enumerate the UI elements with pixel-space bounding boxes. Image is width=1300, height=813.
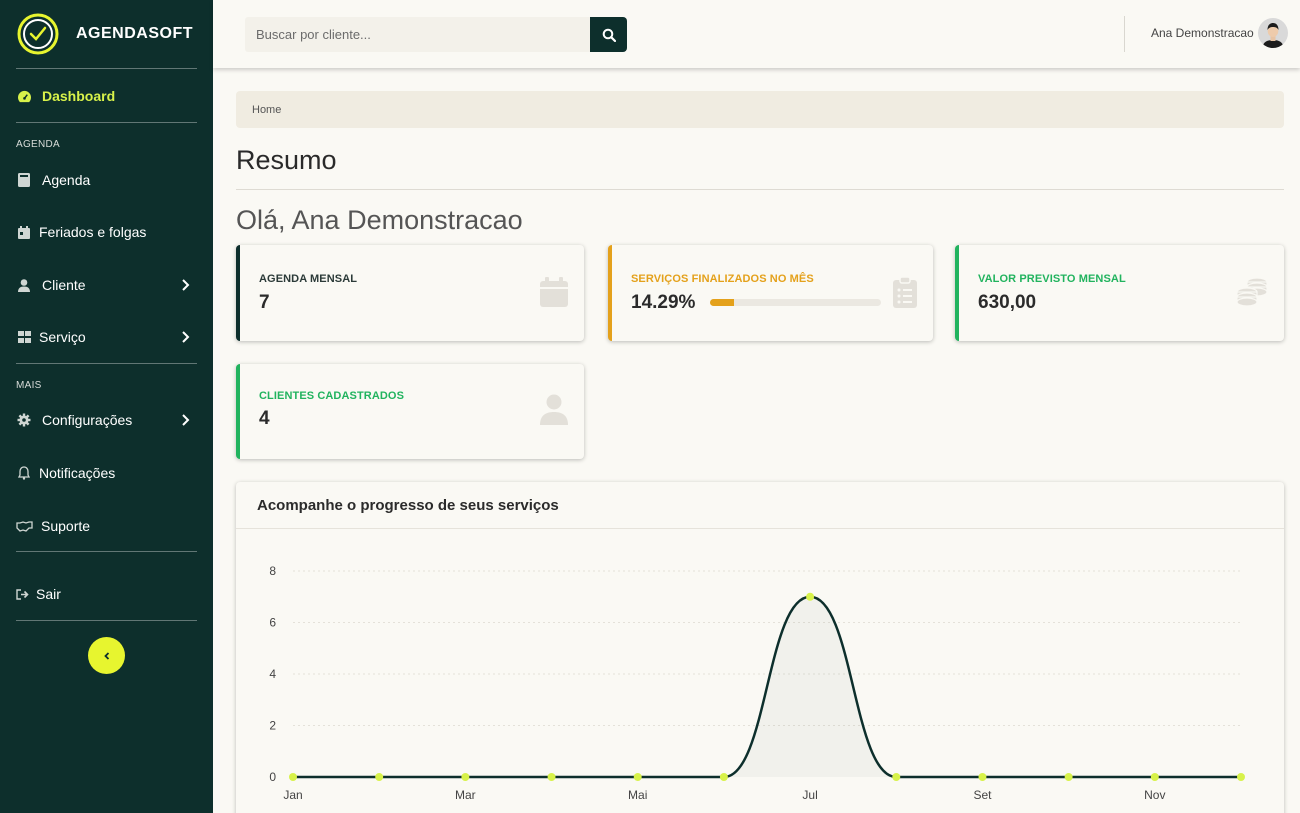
- sidebar-divider: [16, 363, 197, 364]
- search-button[interactable]: [590, 17, 627, 52]
- sidebar-item-label: Cliente: [42, 277, 86, 293]
- topbar: Ana Demonstracao: [213, 0, 1300, 68]
- chevron-left-icon: [103, 651, 109, 660]
- sidebar-item-servico[interactable]: Serviço: [0, 317, 213, 357]
- data-point: [719, 773, 728, 781]
- card-value: 4: [259, 408, 270, 429]
- brand[interactable]: AGENDASOFT: [0, 0, 213, 68]
- data-point: [1237, 773, 1245, 781]
- sidebar-item-suporte[interactable]: Suporte: [0, 506, 213, 546]
- user-name[interactable]: Ana Demonstracao: [1151, 26, 1254, 40]
- sidebar-divider: [16, 68, 197, 69]
- data-point: [1064, 773, 1073, 781]
- progress-bar: [710, 299, 881, 306]
- user-icon: [540, 394, 568, 425]
- sidebar-item-notificacoes[interactable]: Notificações: [0, 453, 213, 493]
- sidebar-item-configuracoes[interactable]: Configurações: [0, 400, 213, 440]
- chart-card: Acompanhe o progresso de seus serviços 0…: [236, 482, 1284, 813]
- data-point: [806, 592, 815, 601]
- card-label: CLIENTES CADASTRADOS: [259, 390, 405, 402]
- topbar-divider: [1124, 16, 1125, 52]
- card-agenda-mensal: AGENDA MENSAL 7: [236, 245, 584, 341]
- sidebar-item-label: Sair: [36, 586, 61, 602]
- breadcrumb-home[interactable]: Home: [252, 104, 281, 116]
- data-point: [375, 773, 384, 781]
- clipboard-list-icon: [893, 277, 917, 308]
- card-label: SERVIÇOS FINALIZADOS NO MÊS: [631, 273, 814, 285]
- user-icon: [16, 277, 32, 293]
- search-input[interactable]: [245, 17, 590, 52]
- avatar-icon: [1258, 18, 1288, 48]
- y-tick-label: 0: [269, 770, 276, 784]
- data-point: [1150, 773, 1159, 781]
- sidebar-item-label: Feriados e folgas: [39, 224, 147, 240]
- page-title: Resumo: [236, 145, 337, 175]
- sidebar-divider: [16, 551, 197, 552]
- y-tick-label: 8: [269, 564, 276, 578]
- x-tick-label: Nov: [1144, 788, 1165, 802]
- chevron-right-icon: [182, 414, 190, 426]
- x-tick-label: Jul: [802, 788, 817, 802]
- data-point: [978, 773, 987, 781]
- sidebar-item-label: Serviço: [39, 329, 86, 345]
- y-tick-label: 4: [269, 667, 276, 681]
- data-point: [633, 773, 642, 781]
- card-value: 630,00: [978, 292, 1037, 313]
- data-point: [892, 773, 901, 781]
- x-tick-label: Mar: [455, 788, 476, 802]
- book-icon: [16, 172, 32, 188]
- calendar-icon: [540, 277, 568, 307]
- section-label-mais: MAIS: [16, 380, 42, 391]
- grid-icon: [16, 329, 32, 345]
- avatar[interactable]: [1258, 18, 1288, 48]
- section-label-agenda: AGENDA: [16, 139, 61, 150]
- sidebar-item-dashboard[interactable]: Dashboard: [0, 76, 213, 116]
- card-label: VALOR PREVISTO MENSAL: [978, 273, 1126, 285]
- card-value: 7: [259, 292, 270, 313]
- sidebar-item-label: Configurações: [42, 412, 133, 428]
- sidebar-item-sair[interactable]: Sair: [0, 574, 213, 614]
- chevron-right-icon: [182, 279, 190, 291]
- sidebar-divider: [16, 122, 197, 123]
- gear-icon: [16, 412, 32, 428]
- card-value: 14.29%: [631, 292, 696, 313]
- x-tick-label: Set: [973, 788, 992, 802]
- sidebar-divider: [16, 620, 197, 621]
- sidebar-collapse-button[interactable]: [88, 637, 125, 674]
- sidebar-item-label: Dashboard: [42, 88, 116, 104]
- data-point: [289, 773, 297, 781]
- progress-bar-fill: [710, 299, 735, 306]
- bell-icon: [16, 465, 32, 481]
- card-valor-previsto: VALOR PREVISTO MENSAL 630,00: [955, 245, 1284, 341]
- x-tick-label: Jan: [283, 788, 302, 802]
- y-tick-label: 2: [269, 719, 276, 733]
- sidebar-item-cliente[interactable]: Cliente: [0, 265, 213, 305]
- card-clientes-cadastrados: CLIENTES CADASTRADOS 4: [236, 364, 584, 459]
- card-label: AGENDA MENSAL: [259, 273, 358, 285]
- sidebar: AGENDASOFT Dashboard AGENDA Agenda Feria…: [0, 0, 213, 813]
- line-chart: 0 2 4 6 8 Jan Mar Mai Jul Set Nov: [269, 564, 1245, 802]
- breadcrumb: Home: [236, 91, 1284, 128]
- chevron-right-icon: [182, 331, 190, 343]
- sidebar-item-label: Agenda: [42, 172, 91, 188]
- sidebar-item-agenda[interactable]: Agenda: [0, 160, 213, 200]
- sign-out-icon: [16, 586, 29, 602]
- sidebar-item-feriados[interactable]: Feriados e folgas: [0, 212, 213, 252]
- clock-logo-icon: [17, 13, 59, 55]
- data-point: [547, 773, 556, 781]
- coins-icon: [1236, 277, 1268, 307]
- sidebar-item-label: Notificações: [39, 465, 116, 481]
- gauge-icon: [16, 88, 32, 104]
- handshake-icon: [16, 518, 33, 534]
- card-servicos-finalizados: SERVIÇOS FINALIZADOS NO MÊS 14.29%: [608, 245, 933, 341]
- y-tick-label: 6: [269, 616, 276, 630]
- brand-name: AGENDASOFT: [76, 25, 193, 42]
- x-tick-label: Mai: [628, 788, 647, 802]
- sidebar-item-label: Suporte: [41, 518, 91, 534]
- calendar-icon: [16, 224, 32, 240]
- title-divider: [236, 189, 1284, 190]
- greeting: Olá, Ana Demonstracao: [236, 205, 523, 235]
- search-icon: [602, 28, 616, 42]
- data-point: [461, 773, 470, 781]
